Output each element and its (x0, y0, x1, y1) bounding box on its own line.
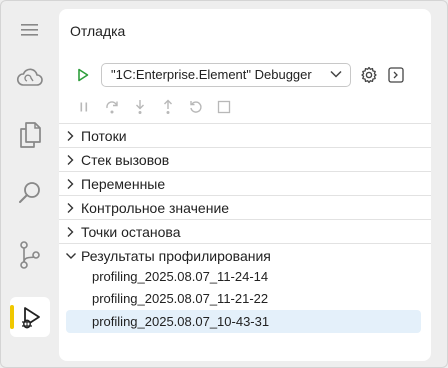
section-label: Стек вызовов (81, 152, 170, 168)
section-label: Переменные (81, 176, 166, 192)
section-label: Точки останова (81, 224, 181, 240)
activity-cloud[interactable] (10, 57, 50, 97)
gear-icon (361, 66, 377, 84)
debugger-window: Отладка "1C:Enterprise.Element" Debugger (0, 0, 448, 368)
section-watch[interactable]: Контрольное значение (59, 195, 431, 219)
restart-icon (190, 101, 202, 113)
profiling-result-item-selected[interactable]: profiling_2025.08.07_10-43-31 (66, 310, 421, 333)
step-over-button[interactable] (103, 98, 121, 116)
profiling-result-label: profiling_2025.08.07_10-43-31 (92, 314, 270, 329)
chevron-right-icon (67, 179, 74, 189)
restart-button[interactable] (187, 98, 205, 116)
section-label: Результаты профилирования (81, 248, 271, 264)
step-out-button[interactable] (159, 98, 177, 116)
stop-icon (217, 100, 231, 114)
section-label: Потоки (81, 128, 127, 144)
activity-source-control[interactable] (10, 235, 50, 275)
activity-run-debug[interactable] (10, 297, 50, 337)
chevron-down-icon (66, 253, 76, 259)
chevron-down-icon (330, 70, 342, 78)
activity-search[interactable] (10, 173, 50, 213)
debug-console-icon (388, 67, 404, 83)
activity-explorer[interactable] (10, 115, 50, 155)
source-control-icon (20, 241, 40, 269)
section-label: Контрольное значение (81, 200, 230, 216)
debug-panel: Отладка "1C:Enterprise.Element" Debugger (59, 9, 431, 361)
profiling-result-label: profiling_2025.08.07_11-24-14 (92, 269, 269, 284)
debug-configuration-value: "1C:Enterprise.Element" Debugger (111, 67, 312, 82)
step-out-icon (164, 99, 172, 114)
chevron-right-icon (67, 227, 74, 237)
chevron-right-icon (67, 203, 74, 213)
debug-settings-button[interactable] (359, 65, 379, 85)
play-icon (78, 68, 89, 82)
section-variables[interactable]: Переменные (59, 171, 431, 195)
stop-button[interactable] (215, 98, 233, 116)
profiling-result-item[interactable]: profiling_2025.08.07_11-21-22 (66, 287, 421, 310)
profiling-result-label: profiling_2025.08.07_11-21-22 (92, 291, 269, 306)
panel-title: Отладка (70, 23, 126, 39)
pause-icon (80, 102, 88, 112)
debug-configuration-select[interactable]: "1C:Enterprise.Element" Debugger (101, 63, 351, 87)
section-profiling-results[interactable]: Результаты профилирования (59, 243, 431, 267)
start-debugging-button[interactable] (75, 67, 91, 83)
section-call-stack[interactable]: Стек вызовов (59, 147, 431, 171)
cloud-icon (16, 68, 43, 86)
chevron-right-icon (67, 155, 74, 165)
panel-scrollbar[interactable] (431, 9, 441, 361)
run-debug-icon (22, 307, 40, 329)
active-indicator (10, 305, 14, 329)
activity-bar (1, 1, 59, 367)
step-into-icon (136, 100, 144, 114)
search-icon (19, 182, 40, 203)
explorer-files-icon (20, 122, 41, 148)
section-threads[interactable]: Потоки (59, 123, 431, 147)
pause-button[interactable] (76, 99, 92, 115)
hamburger-menu-icon (21, 24, 38, 36)
section-breakpoints[interactable]: Точки останова (59, 219, 431, 243)
profiling-result-item[interactable]: profiling_2025.08.07_11-24-14 (66, 265, 421, 288)
step-into-button[interactable] (131, 98, 149, 116)
hamburger-menu-button[interactable] (10, 10, 50, 50)
chevron-right-icon (67, 131, 74, 141)
open-debug-console-button[interactable] (387, 66, 405, 84)
step-over-icon (106, 101, 118, 114)
